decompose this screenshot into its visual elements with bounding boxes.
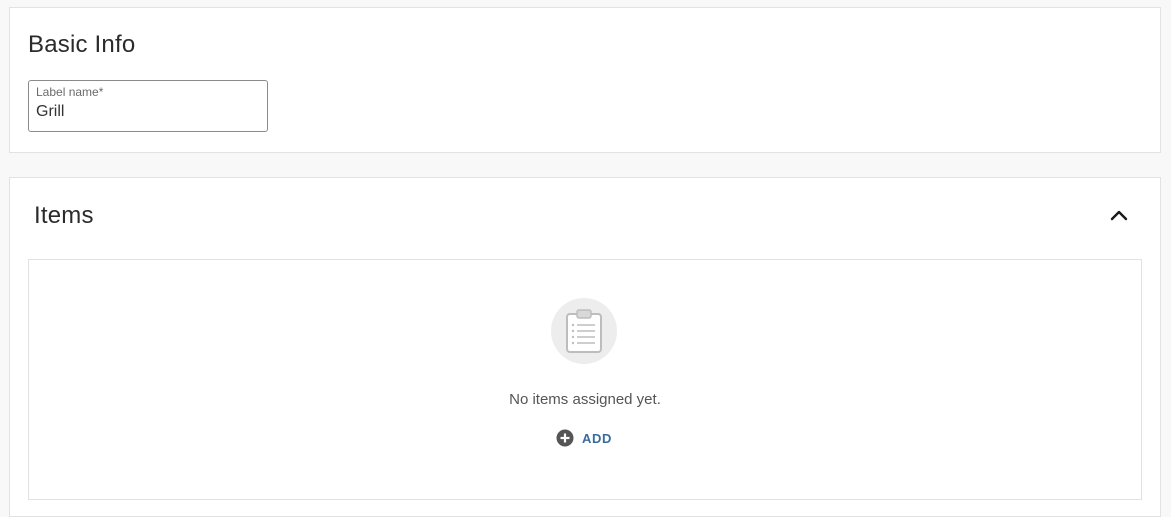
basic-info-card: Basic Info Label name* [9, 7, 1161, 153]
clipboard-list-icon [566, 309, 602, 353]
label-name-field[interactable]: Label name* [28, 80, 268, 132]
basic-info-title: Basic Info [28, 31, 136, 58]
items-empty-state: No items assigned yet. ADD [28, 259, 1142, 500]
label-name-input[interactable] [36, 103, 256, 121]
items-card: Items No items assigned yet. ADD [9, 177, 1161, 517]
add-item-label[interactable]: ADD [582, 431, 612, 446]
add-item-button[interactable]: ADD [556, 428, 612, 448]
collapse-items-button[interactable] [1108, 206, 1130, 224]
items-title: Items [34, 202, 94, 229]
empty-state-icon-container [551, 298, 617, 364]
empty-state-message: No items assigned yet. [509, 391, 661, 408]
plus-circle-icon[interactable] [556, 429, 574, 447]
label-name-field-label: Label name* [36, 85, 104, 99]
chevron-up-icon[interactable] [1110, 209, 1128, 221]
